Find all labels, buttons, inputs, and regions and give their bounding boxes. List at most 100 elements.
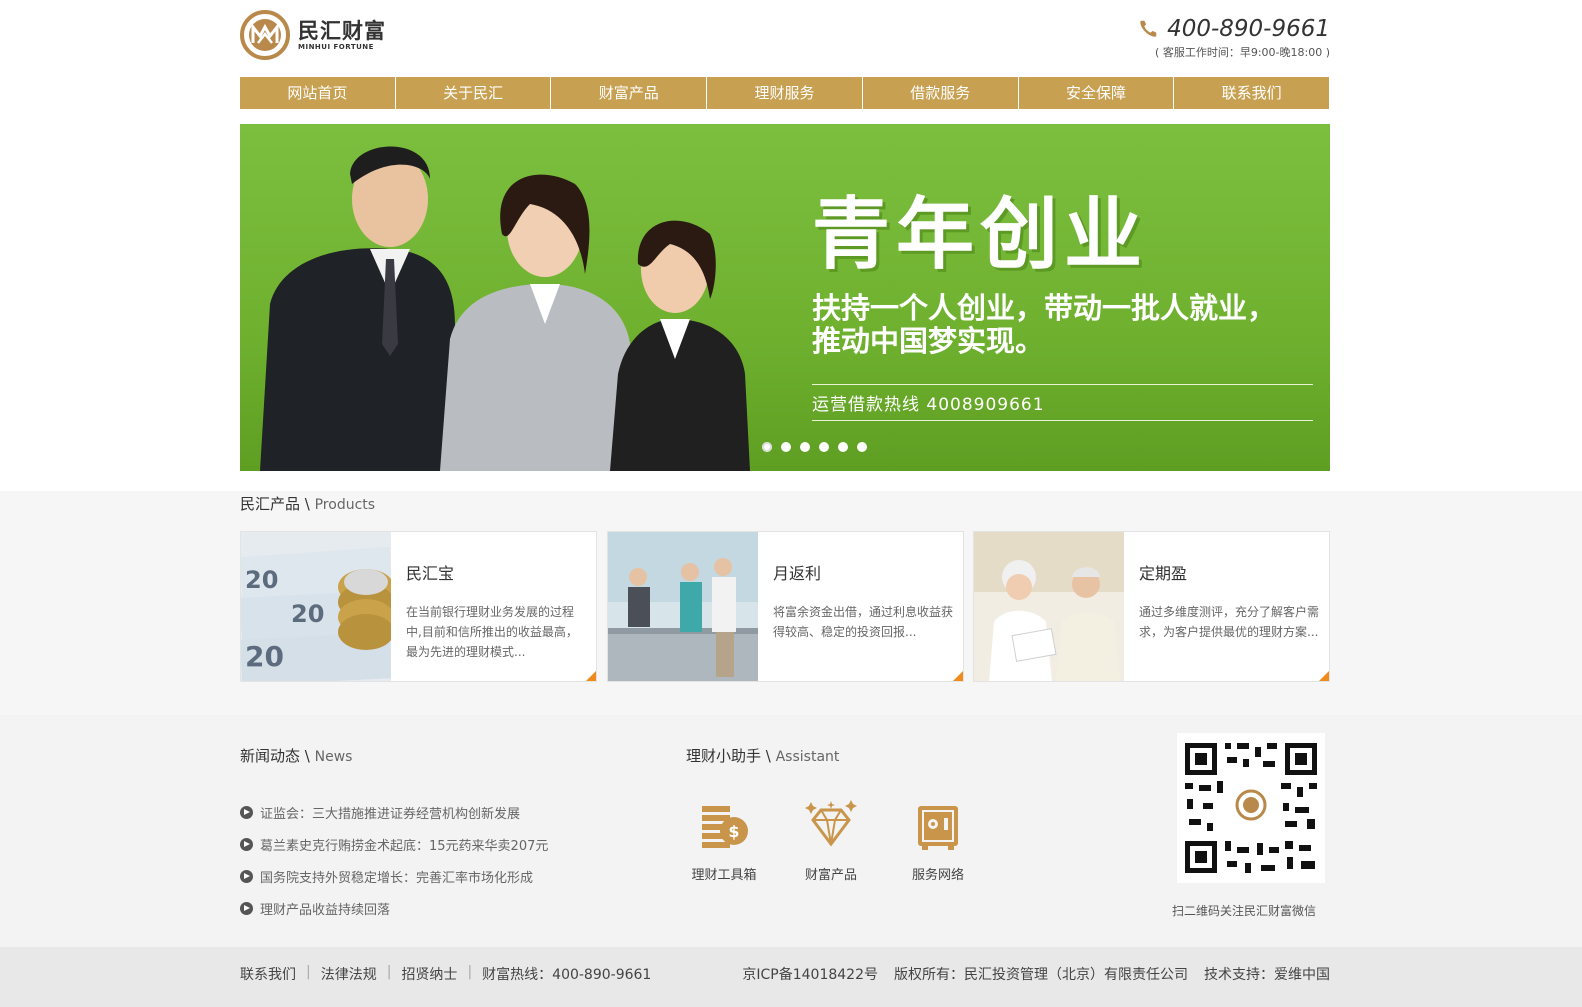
news-item[interactable]: 葛兰素史克行贿捞金术起底：15元药来华卖207元 xyxy=(240,828,640,860)
products-heading-cn: 民汇产品 xyxy=(240,495,301,513)
assistant-toolbox[interactable]: $ 理财工具箱 xyxy=(679,800,769,883)
hero-banner[interactable]: 青年创业 扶持一个人创业，带动一批人就业， 推动中国梦实现。 运营借款热线 40… xyxy=(240,124,1330,471)
assistant-heading-en: Assistant xyxy=(775,749,840,765)
product-card-minhuibao[interactable]: 20 20 20 民汇宝 在当前银行理财业务发展的过程中,目前和信所推出的收益最… xyxy=(240,531,597,682)
wechat-qr-code xyxy=(1177,733,1325,883)
news-item[interactable]: 国务院支持外贸稳定增长：完善汇率市场化形成 xyxy=(240,860,640,892)
news-item-title: 证监会：三大措施推进证券经营机构创新发展 xyxy=(260,806,521,822)
product-desc: 通过多维度测评，充分了解客户需 求，为客户提供最优的理财方案... xyxy=(1139,605,1320,639)
product-desc: 在当前银行理财业务发展的过程中,目前和信所推出的收益最高，最为先进的理财模式..… xyxy=(406,605,578,659)
banner-subtitle-line1: 扶持一个人创业，带动一批人就业， xyxy=(812,291,1277,325)
news-item-title: 理财产品收益持续回落 xyxy=(260,902,391,918)
banner-hotline: 运营借款热线 4008909661 xyxy=(812,395,1045,415)
hotline-number: 400-890-9661 xyxy=(1167,16,1330,42)
logo-name-en: MINHUI FORTUNE xyxy=(298,43,374,51)
elderly-couple-image xyxy=(974,532,1124,681)
svg-text:20: 20 xyxy=(245,640,284,673)
assistant-service-network[interactable]: 服务网络 xyxy=(893,800,983,883)
banner-divider-top xyxy=(812,384,1313,385)
header-hotline: 400-890-9661 ( 客服工作时间：早9:00-晚18:00 ) xyxy=(1137,16,1330,60)
phone-icon xyxy=(1140,20,1157,37)
diamond-icon xyxy=(805,800,857,847)
assistant-wealth-products[interactable]: 财富产品 xyxy=(786,800,876,883)
footer-icp[interactable]: 京ICP备14018422号 xyxy=(742,964,878,984)
banner-subtitle: 扶持一个人创业，带动一批人就业， 推动中国梦实现。 xyxy=(812,292,1330,358)
banner-subtitle-line2: 推动中国梦实现。 xyxy=(812,324,1045,358)
site-logo[interactable]: 民汇财富 MINHUI FORTUNE xyxy=(240,10,400,60)
footer-support[interactable]: 技术支持：爱维中国 xyxy=(1204,964,1330,984)
service-hours: ( 客服工作时间：早9:00-晚18:00 ) xyxy=(1155,46,1330,59)
corner-arrow-icon xyxy=(1319,671,1329,681)
product-name: 月返利 xyxy=(773,564,822,583)
product-name: 民汇宝 xyxy=(406,564,455,583)
site-footer: 联系我们 | 法律法规 | 招贤纳士 | 财富热线：400-890-9661 京… xyxy=(0,947,1582,1007)
news-heading-sep: \ xyxy=(300,747,315,765)
news-item-title: 葛兰素史克行贿捞金术起底：15元药来华卖207元 xyxy=(260,838,549,854)
news-item[interactable]: 证监会：三大措施推进证券经营机构创新发展 xyxy=(240,796,640,828)
logo-mark-icon xyxy=(240,10,290,60)
assistant-heading-cn: 理财小助手 xyxy=(686,747,762,765)
bank-counter-image xyxy=(608,532,758,681)
footer-separator: | xyxy=(386,964,392,980)
footer-copyright: 版权所有：民汇投资管理（北京）有限责任公司 xyxy=(894,967,1188,983)
news-list: 证监会：三大措施推进证券经营机构创新发展 葛兰素史克行贿捞金术起底：15元药来华… xyxy=(240,796,640,924)
footer-link-contact[interactable]: 联系我们 xyxy=(240,964,296,984)
assistant-heading-sep: \ xyxy=(761,747,776,765)
footer-link-careers[interactable]: 招贤纳士 xyxy=(401,964,457,984)
footer-link-legal[interactable]: 法律法规 xyxy=(321,964,377,984)
corner-arrow-icon xyxy=(953,671,963,681)
logo-name-cn: 民汇财富 xyxy=(298,19,386,43)
carousel-dot-1[interactable] xyxy=(762,442,772,452)
nav-item-contact[interactable]: 联系我们 xyxy=(1174,77,1329,109)
assistant-heading: 理财小助手 \ Assistant xyxy=(686,745,839,766)
products-heading: 民汇产品 \ Products xyxy=(240,493,375,514)
main-nav: 网站首页 关于民汇 财富产品 理财服务 借款服务 安全保障 联系我们 xyxy=(240,77,1329,109)
footer-links: 联系我们 | 法律法规 | 招贤纳士 | 财富热线：400-890-9661 xyxy=(240,964,651,984)
carousel-dot-4[interactable] xyxy=(819,442,829,452)
footer-legal-info: 京ICP备14018422号 版权所有：民汇投资管理（北京）有限责任公司 技术支… xyxy=(742,964,1330,984)
arrow-circle-icon xyxy=(240,869,253,883)
assistant-label: 财富产品 xyxy=(804,868,857,883)
arrow-circle-icon xyxy=(240,805,253,819)
svg-text:20: 20 xyxy=(291,600,324,628)
svg-text:20: 20 xyxy=(245,566,278,594)
euro-coins-image: 20 20 20 xyxy=(241,532,391,681)
carousel-dot-2[interactable] xyxy=(781,442,791,452)
product-name: 定期盈 xyxy=(1139,564,1188,583)
arrow-circle-icon xyxy=(240,901,253,915)
carousel-dots xyxy=(762,442,867,452)
news-heading-cn: 新闻动态 xyxy=(240,747,301,765)
news-heading-en: News xyxy=(314,749,353,765)
product-card-dingqiying[interactable]: 定期盈 通过多维度测评，充分了解客户需 求，为客户提供最优的理财方案... xyxy=(973,531,1330,682)
news-item-title: 国务院支持外贸稳定增长：完善汇率市场化形成 xyxy=(260,870,534,886)
carousel-dot-3[interactable] xyxy=(800,442,810,452)
banner-divider-bottom xyxy=(812,420,1313,421)
arrow-circle-icon xyxy=(240,837,253,851)
news-heading: 新闻动态 \ News xyxy=(240,745,352,766)
footer-hotline: 财富热线：400-890-9661 xyxy=(482,967,652,983)
footer-separator: | xyxy=(467,964,473,980)
carousel-dot-6[interactable] xyxy=(857,442,867,452)
assistant-label: 理财工具箱 xyxy=(691,868,757,883)
qr-caption: 扫二维码关注民汇财富微信 xyxy=(1172,904,1317,918)
svg-text:$: $ xyxy=(728,822,739,841)
nav-item-products[interactable]: 财富产品 xyxy=(551,77,708,109)
banner-title: 青年创业 xyxy=(812,190,1149,280)
product-card-yuefanli[interactable]: 月返利 将富余资金出借，通过利息收益获 得较高、稳定的投资回报... xyxy=(607,531,964,682)
product-desc: 将富余资金出借，通过利息收益获 得较高、稳定的投资回报... xyxy=(773,605,954,639)
products-heading-en: Products xyxy=(314,497,376,513)
carousel-dot-5[interactable] xyxy=(838,442,848,452)
news-item[interactable]: 理财产品收益持续回落 xyxy=(240,892,640,924)
banner-business-people-image xyxy=(260,146,750,471)
corner-arrow-icon xyxy=(586,671,596,681)
nav-item-home[interactable]: 网站首页 xyxy=(240,77,396,109)
nav-item-wealth-service[interactable]: 理财服务 xyxy=(707,77,863,109)
nav-item-about[interactable]: 关于民汇 xyxy=(396,77,552,109)
safe-icon xyxy=(918,806,958,850)
assistant-label: 服务网络 xyxy=(911,868,964,883)
nav-item-security[interactable]: 安全保障 xyxy=(1019,77,1175,109)
coins-icon: $ xyxy=(702,806,748,848)
footer-separator: | xyxy=(306,964,311,980)
products-heading-sep: \ xyxy=(300,495,315,513)
nav-item-loan-service[interactable]: 借款服务 xyxy=(863,77,1019,109)
